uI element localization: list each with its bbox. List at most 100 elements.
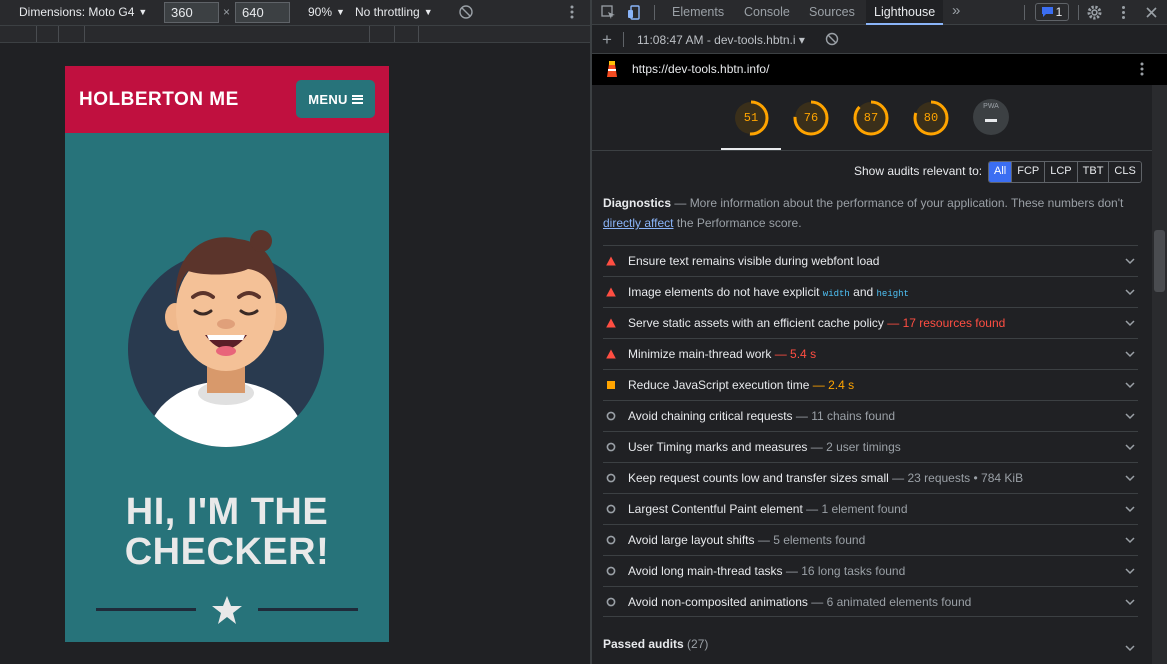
chevron-down-icon: [1125, 645, 1135, 652]
chevron-down-icon: [1125, 351, 1135, 358]
chevron-down-icon: [1125, 289, 1135, 296]
chevron-down-icon: [1125, 599, 1135, 606]
throttling-dropdown[interactable]: No throttling ▼: [355, 5, 433, 19]
divider-line: [258, 608, 358, 611]
device-toolbar: Dimensions: Moto G4 ▼ × 90% ▼ No throttl…: [0, 0, 591, 25]
gauge-accessibility[interactable]: 76: [792, 99, 830, 137]
more-tabs-button[interactable]: »: [952, 2, 960, 19]
issues-badge[interactable]: 1: [1035, 3, 1069, 21]
audit-row[interactable]: Avoid non-composited animations — 6 anim…: [603, 586, 1138, 617]
score-gauges: 51 76 87 80 PWA: [592, 85, 1152, 151]
audit-row[interactable]: Keep request counts low and transfer siz…: [603, 462, 1138, 493]
audit-title: Serve static assets with an efficient ca…: [628, 316, 1005, 330]
tab-elements[interactable]: Elements: [664, 0, 732, 25]
audit-title-text: Largest Contentful Paint element: [628, 502, 803, 516]
gauge-best-practices[interactable]: 87: [852, 99, 890, 137]
pwa-dash: [985, 119, 997, 122]
audit-row[interactable]: User Timing marks and measures — 2 user …: [603, 431, 1138, 462]
gauge-pwa[interactable]: PWA: [973, 99, 1009, 135]
audit-title: Avoid chaining critical requests — 11 ch…: [628, 409, 895, 423]
filter-label: Show audits relevant to:: [854, 164, 983, 178]
filter-all[interactable]: All: [989, 162, 1013, 182]
audit-title: Avoid large layout shifts — 5 elements f…: [628, 533, 865, 547]
audit-title-text: Serve static assets with an efficient ca…: [628, 316, 884, 330]
audit-title: Largest Contentful Paint element — 1 ele…: [628, 502, 908, 516]
chevron-down-icon: [1125, 382, 1135, 389]
audit-separator: —: [771, 347, 791, 361]
gauge-score: 51: [743, 111, 759, 125]
report-select[interactable]: 11:08:47 AM - dev-tools.hbtn.i ▾: [637, 33, 805, 47]
message-icon: [1041, 7, 1053, 17]
audit-title-text: Ensure text remains visible during webfo…: [628, 254, 880, 268]
audit-title-mid: and: [849, 285, 877, 299]
tab-sources[interactable]: Sources: [801, 0, 863, 25]
scrollbar-thumb[interactable]: [1154, 230, 1165, 292]
audit-display-value: 2.4 s: [828, 378, 855, 392]
filter-buttons: All FCP LCP TBT CLS: [988, 161, 1142, 183]
audit-row[interactable]: Reduce JavaScript execution time — 2.4 s: [603, 369, 1138, 400]
info-circle-icon: [606, 442, 616, 452]
new-report-button[interactable]: +: [602, 30, 612, 50]
audit-title: Image elements do not have explicit widt…: [628, 285, 909, 299]
chevron-down-icon: ▼: [138, 7, 148, 17]
gauge-seo[interactable]: 80: [912, 99, 950, 137]
clear-icon[interactable]: [825, 32, 839, 46]
width-input[interactable]: [164, 2, 219, 23]
diagnostics-title: Diagnostics: [603, 196, 672, 210]
lighthouse-url-bar: https://dev-tools.hbtn.info/: [592, 54, 1167, 85]
audit-title: Ensure text remains visible during webfo…: [628, 254, 879, 268]
device-toolbar-icon[interactable]: [627, 5, 642, 20]
star-icon: [212, 596, 242, 624]
audit-separator: —: [807, 440, 827, 454]
audit-title: Reduce JavaScript execution time — 2.4 s: [628, 378, 854, 392]
audit-display-value: 6 animated elements found: [826, 595, 972, 609]
diagnostics-text: More information about the performance o…: [689, 196, 1124, 210]
audit-row[interactable]: Image elements do not have explicit widt…: [603, 276, 1138, 307]
tab-console[interactable]: Console: [736, 0, 798, 25]
audit-row[interactable]: Avoid chaining critical requests — 11 ch…: [603, 400, 1138, 431]
audit-row[interactable]: Avoid long main-thread tasks — 16 long t…: [603, 555, 1138, 586]
filter-lcp[interactable]: LCP: [1045, 162, 1078, 182]
gauge-performance[interactable]: 51: [732, 99, 770, 137]
tab-lighthouse[interactable]: Lighthouse: [866, 0, 944, 25]
info-circle-icon: [606, 597, 616, 607]
dimensions-dropdown[interactable]: Dimensions: Moto G4 ▼: [19, 5, 147, 19]
audit-row[interactable]: Minimize main-thread work — 5.4 s: [603, 338, 1138, 369]
passed-audits-header[interactable]: Passed audits (27): [603, 637, 1138, 661]
site-brand[interactable]: HOLBERTON ME: [79, 89, 239, 111]
audit-title: User Timing marks and measures — 2 user …: [628, 440, 901, 454]
more-options-icon[interactable]: [1116, 5, 1131, 20]
audit-row[interactable]: Largest Contentful Paint element — 1 ele…: [603, 493, 1138, 524]
filter-fcp[interactable]: FCP: [1012, 162, 1046, 182]
audit-row[interactable]: Serve static assets with an efficient ca…: [603, 307, 1138, 338]
audit-row[interactable]: Avoid large layout shifts — 5 elements f…: [603, 524, 1138, 555]
app-root: Dimensions: Moto G4 ▼ × 90% ▼ No throttl…: [0, 0, 1167, 664]
fail-triangle-icon: [606, 349, 616, 359]
inspect-element-icon[interactable]: [601, 5, 616, 20]
diagnostics-text-end: the Performance score.: [673, 216, 802, 230]
rotate-icon[interactable]: [458, 4, 474, 20]
more-options-icon[interactable]: [1137, 60, 1147, 78]
audit-separator: —: [792, 409, 812, 423]
audit-title: Minimize main-thread work — 5.4 s: [628, 347, 816, 361]
height-input[interactable]: [235, 2, 290, 23]
gear-icon[interactable]: [1087, 5, 1102, 20]
audit-row[interactable]: Ensure text remains visible during webfo…: [603, 245, 1138, 276]
filter-tbt[interactable]: TBT: [1077, 162, 1110, 182]
site-header: HOLBERTON ME MENU: [65, 66, 389, 133]
filter-cls[interactable]: CLS: [1109, 162, 1141, 182]
directly-affect-link[interactable]: directly affect: [603, 216, 673, 230]
more-options-icon[interactable]: [566, 4, 578, 20]
dimensions-label: Dimensions: Moto G4: [19, 5, 135, 19]
audit-display-value: 5 elements found: [773, 533, 866, 547]
chevron-down-icon: [1125, 475, 1135, 482]
audit-display-value: 11 chains found: [811, 409, 896, 423]
zoom-dropdown[interactable]: 90% ▼: [308, 5, 345, 19]
zoom-label: 90%: [308, 5, 333, 19]
report-scrollbar[interactable]: [1152, 85, 1167, 664]
close-icon[interactable]: [1144, 5, 1159, 20]
menu-button[interactable]: MENU: [296, 80, 375, 118]
info-circle-icon: [606, 473, 616, 483]
audit-separator: —: [888, 471, 908, 485]
audit-title-text: Avoid chaining critical requests: [628, 409, 793, 423]
